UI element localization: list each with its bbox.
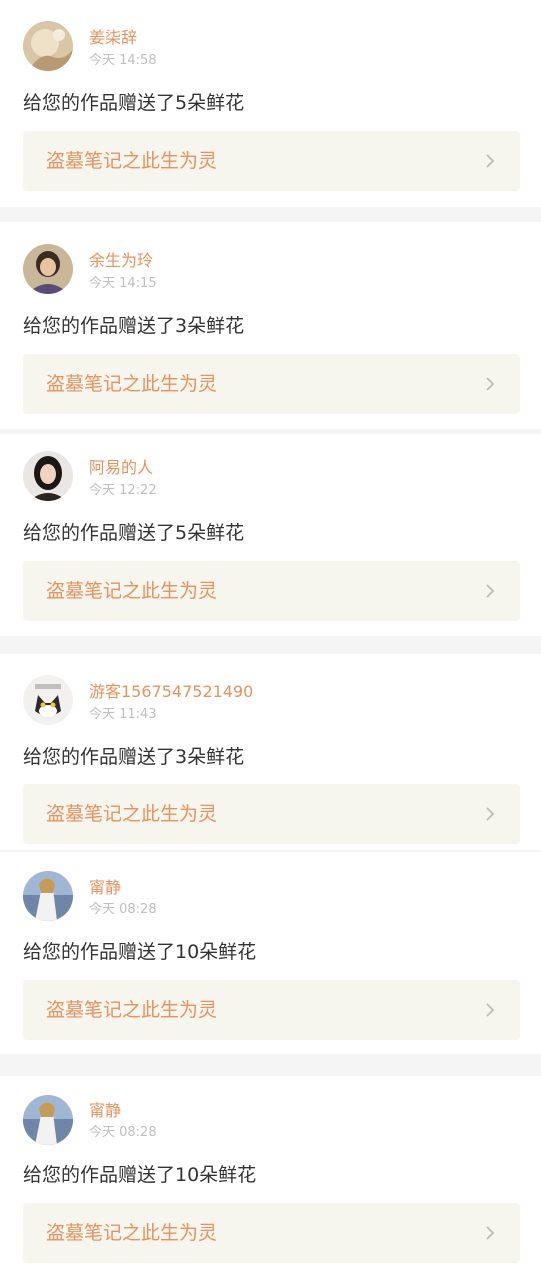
work-link[interactable]: 盗墓笔记之此生为灵 [23,1203,520,1263]
work-title: 盗墓笔记之此生为灵 [46,999,218,1021]
user-name[interactable]: 游客1567547521490 [89,682,253,702]
feed-item: 游客1567547521490 今天 11:43 给您的作品赠送了3朵鲜花 盗墓… [0,654,541,850]
user-avatar[interactable] [23,675,73,725]
user-avatar[interactable] [23,21,73,71]
timestamp: 今天 14:58 [89,53,157,68]
feed-item: 甯静 今天 08:28 给您的作品赠送了10朵鲜花 盗墓笔记之此生为灵 [0,1076,541,1280]
chevron-right-icon [482,583,498,599]
user-avatar[interactable] [23,871,73,921]
timestamp: 今天 08:28 [89,1125,157,1140]
divider [0,636,541,654]
work-link[interactable]: 盗墓笔记之此生为灵 [23,784,520,844]
gift-message: 给您的作品赠送了3朵鲜花 [23,315,245,337]
chevron-right-icon [482,1002,498,1018]
user-name[interactable]: 阿易的人 [89,458,153,478]
timestamp: 今天 14:15 [89,276,157,291]
gift-message: 给您的作品赠送了10朵鲜花 [23,941,257,963]
gift-message: 给您的作品赠送了5朵鲜花 [23,522,245,544]
work-title: 盗墓笔记之此生为灵 [46,803,218,825]
user-name[interactable]: 甯静 [89,1101,121,1121]
chevron-right-icon [482,806,498,822]
work-title: 盗墓笔记之此生为灵 [46,580,218,602]
divider [0,1054,541,1076]
divider [0,207,541,222]
feed-item: 余生为玲 今天 14:15 给您的作品赠送了3朵鲜花 盗墓笔记之此生为灵 [0,222,541,429]
timestamp: 今天 12:22 [89,483,157,498]
gift-feed: 姜柒辞 今天 14:58 给您的作品赠送了5朵鲜花 盗墓笔记之此生为灵 余生为玲… [0,0,541,1280]
gift-message: 给您的作品赠送了3朵鲜花 [23,746,245,768]
feed-item: 阿易的人 今天 12:22 给您的作品赠送了5朵鲜花 盗墓笔记之此生为灵 [0,434,541,636]
feed-item: 甯静 今天 08:28 给您的作品赠送了10朵鲜花 盗墓笔记之此生为灵 [0,852,541,1054]
gift-message: 给您的作品赠送了10朵鲜花 [23,1164,257,1186]
user-avatar[interactable] [23,1095,73,1145]
gift-message: 给您的作品赠送了5朵鲜花 [23,92,245,114]
work-link[interactable]: 盗墓笔记之此生为灵 [23,131,520,191]
work-title: 盗墓笔记之此生为灵 [46,150,218,172]
user-name[interactable]: 余生为玲 [89,251,153,271]
chevron-right-icon [482,1225,498,1241]
timestamp: 今天 11:43 [89,707,157,722]
chevron-right-icon [482,376,498,392]
feed-item: 姜柒辞 今天 14:58 给您的作品赠送了5朵鲜花 盗墓笔记之此生为灵 [0,0,541,207]
timestamp: 今天 08:28 [89,902,157,917]
user-avatar[interactable] [23,451,73,501]
work-link[interactable]: 盗墓笔记之此生为灵 [23,561,520,621]
user-name[interactable]: 甯静 [89,878,121,898]
user-name[interactable]: 姜柒辞 [89,28,137,48]
work-link[interactable]: 盗墓笔记之此生为灵 [23,354,520,414]
work-link[interactable]: 盗墓笔记之此生为灵 [23,980,520,1040]
work-title: 盗墓笔记之此生为灵 [46,1222,218,1244]
work-title: 盗墓笔记之此生为灵 [46,373,218,395]
chevron-right-icon [482,153,498,169]
user-avatar[interactable] [23,244,73,294]
